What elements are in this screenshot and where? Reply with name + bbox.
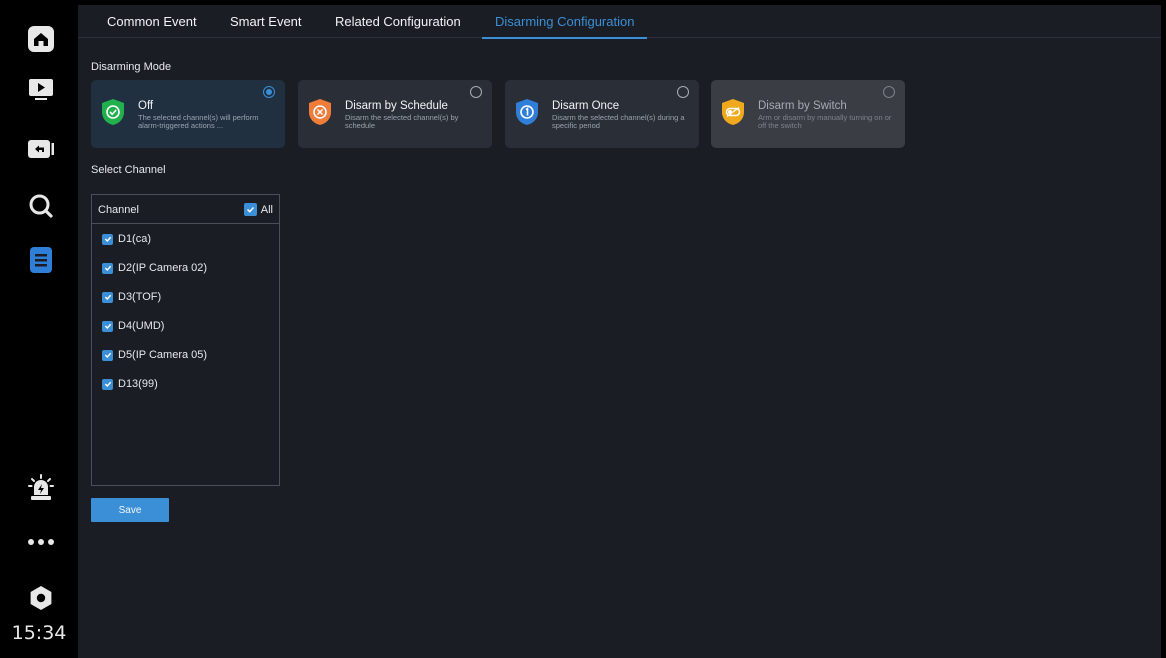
shield-once-icon [516,99,538,125]
backup-icon[interactable] [27,135,55,163]
mode-description: Disarm the selected channel(s) during a … [552,113,685,130]
mode-title: Disarm Once [552,100,620,112]
channel-name: D1(ca) [118,233,152,245]
channel-name: D4(UMD) [118,320,165,332]
channel-item[interactable]: D1(ca) [102,232,151,246]
mode-radio[interactable] [677,86,689,98]
tab-common-event[interactable]: Common Event [107,5,197,38]
mode-title: Disarm by Switch [758,100,847,112]
channel-name: D2(IP Camera 02) [118,262,208,274]
channel-item[interactable]: D5(IP Camera 05) [102,348,207,362]
home-icon[interactable] [27,25,55,53]
log-icon[interactable] [27,246,55,274]
shield-check-icon [102,99,124,125]
mode-description: The selected channel(s) will perform ala… [138,113,259,130]
mode-card-disarm-once[interactable]: Disarm Once Disarm the selected channel(… [505,80,699,148]
playback-icon[interactable] [27,76,55,104]
settings-icon[interactable] [27,584,55,612]
channel-item[interactable]: D3(TOF) [102,290,161,304]
channel-item[interactable]: D2(IP Camera 02) [102,261,207,275]
checkbox-checked-icon [102,262,113,274]
checkbox-checked-icon [243,203,257,216]
checkbox-checked-icon [102,291,113,303]
select-all-checkbox[interactable]: All [243,203,273,216]
checkbox-checked-icon [102,320,113,332]
mode-description: Disarm the selected channel(s) by schedu… [345,113,459,130]
channel-name: D3(TOF) [118,291,162,303]
mode-card-disarm-by-schedule[interactable]: Disarm by Schedule Disarm the selected c… [298,80,492,148]
checkbox-checked-icon [102,349,113,361]
channel-column-header: Channel [98,204,139,216]
mode-card-off[interactable]: Off The selected channel(s) will perform… [91,80,285,148]
sidebar: 15:34 [0,0,78,658]
mode-radio[interactable] [263,86,275,98]
channel-list: Channel All D1(ca) D2(IP Camera 02) D3(T… [91,194,280,486]
shield-schedule-icon [309,99,331,125]
save-button[interactable]: Save [91,498,169,522]
checkbox-checked-icon [102,233,113,245]
channel-name: D13(99) [118,378,158,390]
search-icon[interactable] [27,192,55,220]
channel-item[interactable]: D4(UMD) [102,319,164,333]
channel-item[interactable]: D13(99) [102,377,158,391]
select-all-label: All [260,203,273,216]
mode-description: Arm or disarm by manually turning on or … [758,113,892,130]
main-panel: Common Event Smart Event Related Configu… [78,5,1161,658]
shield-switch-icon [722,99,744,125]
mode-radio[interactable] [470,86,482,98]
tab-smart-event[interactable]: Smart Event [230,5,302,38]
tab-bar: Common Event Smart Event Related Configu… [78,5,1161,39]
mode-card-disarm-by-switch[interactable]: Disarm by Switch Arm or disarm by manual… [711,80,905,148]
more-icon[interactable] [27,528,55,556]
checkbox-checked-icon [102,378,113,390]
select-channel-label: Select Channel [91,164,166,176]
tab-related-configuration[interactable]: Related Configuration [335,5,461,38]
channel-list-header: Channel All [92,195,279,224]
mode-title: Disarm by Schedule [345,100,448,112]
clock: 15:34 [11,622,67,644]
channel-name: D5(IP Camera 05) [118,349,208,361]
mode-title: Off [138,100,154,112]
mode-radio[interactable] [883,86,895,98]
tab-disarming-configuration[interactable]: Disarming Configuration [481,5,648,39]
alarm-icon[interactable] [27,473,55,501]
disarming-mode-label: Disarming Mode [91,61,172,73]
